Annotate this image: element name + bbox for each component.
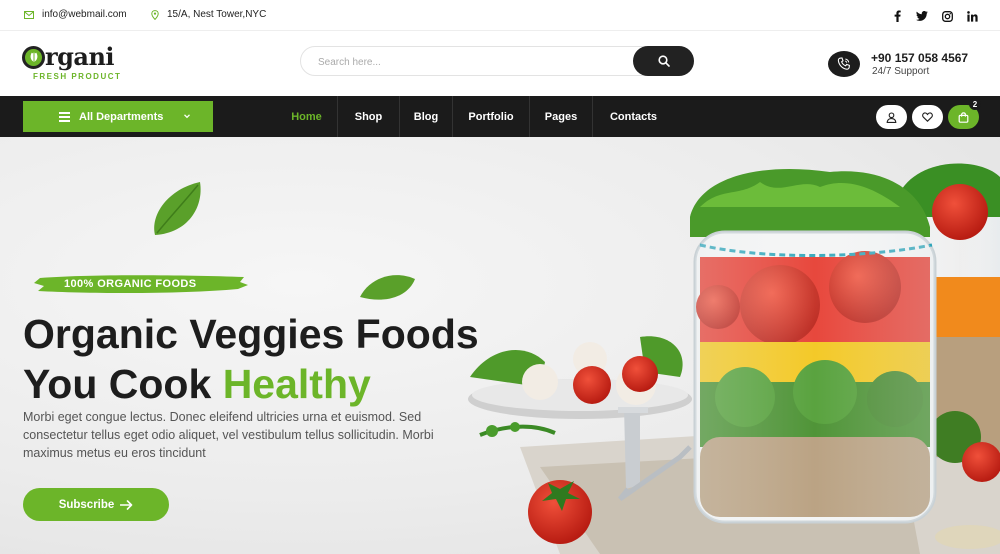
hero-title-dark: You Cook — [23, 361, 223, 407]
hero-title-line1: Organic Veggies Foods — [23, 311, 479, 357]
main-navbar: All Departments Home Shop Blog Portfolio… — [0, 96, 1000, 137]
primary-nav: Home Shop Blog Portfolio Pages Contacts — [276, 96, 674, 137]
top-bar: info@webmail.com 15/A, Nest Tower,NYC — [0, 0, 1000, 31]
address-info: 15/A, Nest Tower,NYC — [151, 9, 266, 20]
arrow-right-icon — [120, 499, 133, 510]
hero-title-highlight: Healthy — [222, 361, 371, 407]
location-pin-icon — [151, 9, 159, 20]
site-header: rgani FRESH PRODUCT +90 157 058 4567 24/… — [0, 31, 1000, 96]
search-input[interactable] — [318, 53, 618, 71]
cart-count-badge: 2 — [969, 98, 981, 110]
nav-shop[interactable]: Shop — [338, 96, 400, 137]
phone-icon — [828, 51, 860, 77]
site-logo[interactable]: rgani FRESH PRODUCT — [22, 45, 134, 85]
nav-pages[interactable]: Pages — [530, 96, 593, 137]
social-links — [891, 10, 978, 22]
email-info[interactable]: info@webmail.com — [24, 9, 127, 20]
main-jar — [690, 169, 937, 524]
hero-banner: 100% ORGANIC FOODS Organic Veggies Foods… — [0, 137, 1000, 554]
subscribe-label: Subscribe — [58, 498, 115, 511]
subscribe-button[interactable]: Subscribe — [23, 488, 169, 521]
search-bar — [300, 46, 694, 76]
logo-subtitle: FRESH PRODUCT — [33, 72, 122, 81]
hamburger-icon — [59, 112, 70, 122]
logo-text: rgani — [45, 42, 115, 71]
chevron-down-icon — [184, 114, 190, 119]
support-label: 24/7 Support — [872, 66, 930, 77]
nav-home[interactable]: Home — [276, 96, 338, 137]
hero-description: Morbi eget congue lectus. Donec eleifend… — [23, 410, 434, 460]
user-icon — [886, 111, 897, 123]
twitter-icon[interactable] — [916, 10, 928, 22]
shopping-bag-icon — [958, 111, 969, 123]
floating-leaf-1 — [154, 182, 201, 235]
cart-button[interactable]: 2 — [948, 98, 981, 129]
wishlist-button[interactable] — [912, 105, 943, 129]
nav-portfolio[interactable]: Portfolio — [453, 96, 530, 137]
leaf-icon — [22, 45, 45, 69]
all-departments-button[interactable]: All Departments — [23, 101, 213, 132]
address-text: 15/A, Nest Tower,NYC — [167, 9, 267, 20]
facebook-icon[interactable] — [891, 10, 903, 22]
heart-icon — [922, 112, 933, 122]
nav-actions: 2 — [876, 98, 981, 129]
hero-title-line2: You Cook Healthy — [23, 359, 479, 409]
nav-contacts[interactable]: Contacts — [593, 96, 674, 137]
instagram-icon[interactable] — [941, 10, 953, 22]
logo-wordmark: rgani — [22, 42, 115, 71]
search-icon — [657, 55, 670, 67]
all-departments-label: All Departments — [79, 110, 164, 123]
email-text: info@webmail.com — [42, 9, 127, 20]
linkedin-icon[interactable] — [966, 10, 978, 22]
hero-title: Organic Veggies Foods You Cook Healthy — [23, 309, 479, 409]
account-button[interactable] — [876, 105, 907, 129]
floating-leaf-2 — [360, 275, 415, 300]
organic-badge: 100% ORGANIC FOODS — [34, 273, 248, 295]
badge-text: 100% ORGANIC FOODS — [64, 278, 197, 290]
mail-icon — [24, 10, 34, 19]
search-button[interactable] — [633, 46, 694, 76]
phone-number: +90 157 058 4567 — [871, 51, 969, 65]
nav-blog[interactable]: Blog — [400, 96, 453, 137]
